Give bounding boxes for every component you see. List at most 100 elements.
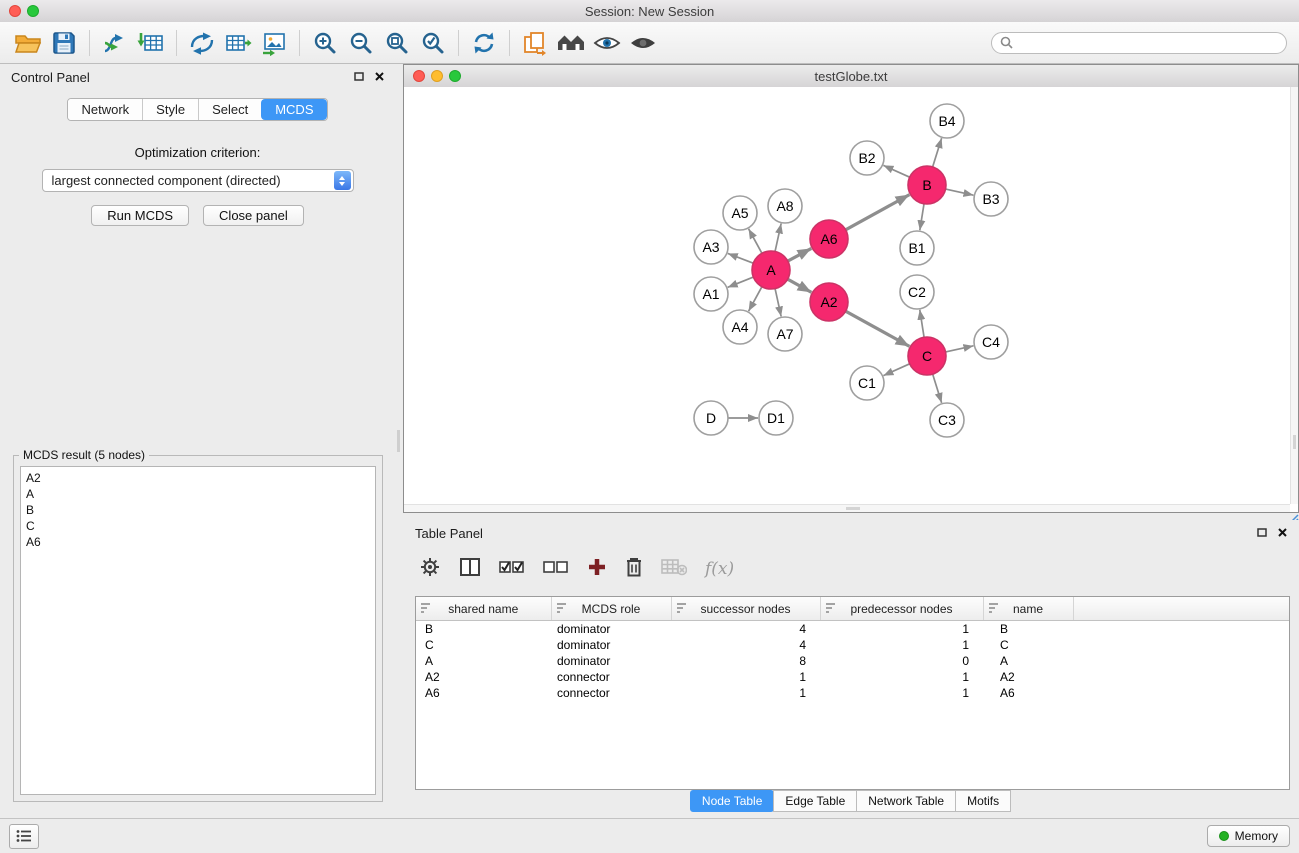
column-header-shared-name[interactable]: shared name [416, 597, 551, 621]
zoom-in-button[interactable] [307, 25, 343, 61]
network-node-A6[interactable]: A6 [810, 220, 848, 258]
network-node-A4[interactable]: A4 [723, 310, 757, 344]
close-panel-button[interactable] [375, 68, 384, 86]
column-header-mcds-role[interactable]: MCDS role [551, 597, 671, 621]
hide-table-button[interactable] [661, 558, 687, 581]
export-table-button[interactable] [220, 25, 256, 61]
network-window-titlebar[interactable]: testGlobe.txt [404, 65, 1298, 88]
edge-A-A7[interactable] [775, 289, 781, 317]
column-header-successor-nodes[interactable]: successor nodes [671, 597, 820, 621]
create-column-button[interactable] [587, 557, 607, 582]
criterion-select[interactable]: largest connected component (directed) [42, 169, 354, 192]
network-node-A3[interactable]: A3 [694, 230, 728, 264]
edge-A-A2[interactable] [788, 279, 812, 292]
show-columns-button[interactable] [459, 557, 481, 582]
tab-network-table[interactable]: Network Table [856, 790, 956, 812]
mcds-result-item[interactable]: A [26, 486, 370, 502]
network-node-C2[interactable]: C2 [900, 275, 934, 309]
network-close-button[interactable] [413, 70, 425, 82]
panel-splitter[interactable] [395, 64, 403, 818]
table-row[interactable]: Bdominator41B [416, 621, 1289, 638]
edge-A-A8[interactable] [775, 224, 781, 252]
table-row[interactable]: Cdominator41C [416, 637, 1289, 653]
open-file-button[interactable] [10, 25, 46, 61]
network-node-A[interactable]: A [752, 251, 790, 289]
tab-motifs[interactable]: Motifs [955, 790, 1011, 812]
function-builder-button[interactable]: f(x) [705, 559, 734, 579]
edge-B-B3[interactable] [946, 189, 974, 195]
network-node-C[interactable]: C [908, 337, 946, 375]
network-zoom-button[interactable] [449, 70, 461, 82]
network-node-B2[interactable]: B2 [850, 141, 884, 175]
network-node-C1[interactable]: C1 [850, 366, 884, 400]
close-table-panel-button[interactable] [1278, 524, 1287, 542]
network-node-D[interactable]: D [694, 401, 728, 435]
export-image-button[interactable] [256, 25, 292, 61]
node-table[interactable]: shared nameMCDS rolesuccessor nodesprede… [415, 596, 1290, 790]
mcds-result-item[interactable]: A6 [26, 534, 370, 550]
tab-style[interactable]: Style [142, 99, 198, 120]
delete-columns-button[interactable] [625, 556, 643, 583]
network-node-C4[interactable]: C4 [974, 325, 1008, 359]
edge-B-B1[interactable] [920, 204, 924, 230]
mcds-result-list[interactable]: A2ABCA6 [20, 466, 376, 795]
network-minimize-button[interactable] [431, 70, 443, 82]
task-history-button[interactable] [9, 824, 39, 849]
tab-select[interactable]: Select [198, 99, 261, 120]
column-header-predecessor-nodes[interactable]: predecessor nodes [820, 597, 983, 621]
close-window-button[interactable] [9, 5, 21, 17]
tab-edge-table[interactable]: Edge Table [773, 790, 857, 812]
zoom-out-button[interactable] [343, 25, 379, 61]
tab-mcds[interactable]: MCDS [261, 99, 326, 120]
edge-C-C3[interactable] [933, 374, 942, 403]
edge-A2-C[interactable] [846, 311, 910, 346]
network-node-A2[interactable]: A2 [810, 283, 848, 321]
network-node-A1[interactable]: A1 [694, 277, 728, 311]
network-node-B1[interactable]: B1 [900, 231, 934, 265]
mcds-result-item[interactable]: A2 [26, 470, 370, 486]
network-node-C3[interactable]: C3 [930, 403, 964, 437]
memory-button[interactable]: Memory [1207, 825, 1290, 847]
edge-A6-B[interactable] [846, 195, 910, 230]
style-preview-button[interactable] [589, 25, 625, 61]
network-node-A7[interactable]: A7 [768, 317, 802, 351]
edge-B-B4[interactable] [933, 138, 942, 167]
network-node-A8[interactable]: A8 [768, 189, 802, 223]
unselect-all-columns-button[interactable] [543, 559, 569, 580]
export-network-button[interactable] [184, 25, 220, 61]
edge-C-C4[interactable] [946, 346, 974, 352]
search-input[interactable] [1018, 35, 1278, 51]
edge-A-A4[interactable] [749, 287, 762, 311]
edge-B-B2[interactable] [883, 165, 909, 177]
save-session-button[interactable] [46, 25, 82, 61]
search-box[interactable] [991, 32, 1287, 54]
mcds-result-item[interactable]: B [26, 502, 370, 518]
float-table-panel-button[interactable] [1257, 524, 1267, 542]
zoom-window-button[interactable] [27, 5, 39, 17]
mcds-result-item[interactable]: C [26, 518, 370, 534]
zoom-selected-button[interactable] [415, 25, 451, 61]
table-row[interactable]: A2connector11A2 [416, 669, 1289, 685]
edge-C-C1[interactable] [883, 364, 909, 376]
import-network-button[interactable] [97, 25, 133, 61]
table-row[interactable]: Adominator80A [416, 653, 1289, 669]
import-table-button[interactable] [133, 25, 169, 61]
edge-A-A1[interactable] [728, 277, 754, 287]
home-view-button[interactable] [553, 25, 589, 61]
network-node-B4[interactable]: B4 [930, 104, 964, 138]
tab-network[interactable]: Network [68, 99, 142, 120]
select-all-columns-button[interactable] [499, 559, 525, 580]
network-node-A5[interactable]: A5 [723, 196, 757, 230]
network-node-D1[interactable]: D1 [759, 401, 793, 435]
network-snapshot-button[interactable] [517, 25, 553, 61]
edge-C-C2[interactable] [920, 310, 924, 337]
network-node-B[interactable]: B [908, 166, 946, 204]
float-panel-button[interactable] [354, 68, 364, 86]
edge-A-A5[interactable] [749, 229, 762, 253]
run-mcds-button[interactable]: Run MCDS [91, 205, 189, 226]
show-graphics-details-button[interactable] [625, 25, 661, 61]
network-canvas[interactable]: B4B2BB3A5A8A6A3B1AC2A1A2A4A7C4CC1C3DD1 [404, 87, 1290, 504]
tab-node-table[interactable]: Node Table [690, 790, 775, 812]
edge-A-A3[interactable] [728, 253, 753, 263]
table-row[interactable]: A6connector11A6 [416, 685, 1289, 701]
